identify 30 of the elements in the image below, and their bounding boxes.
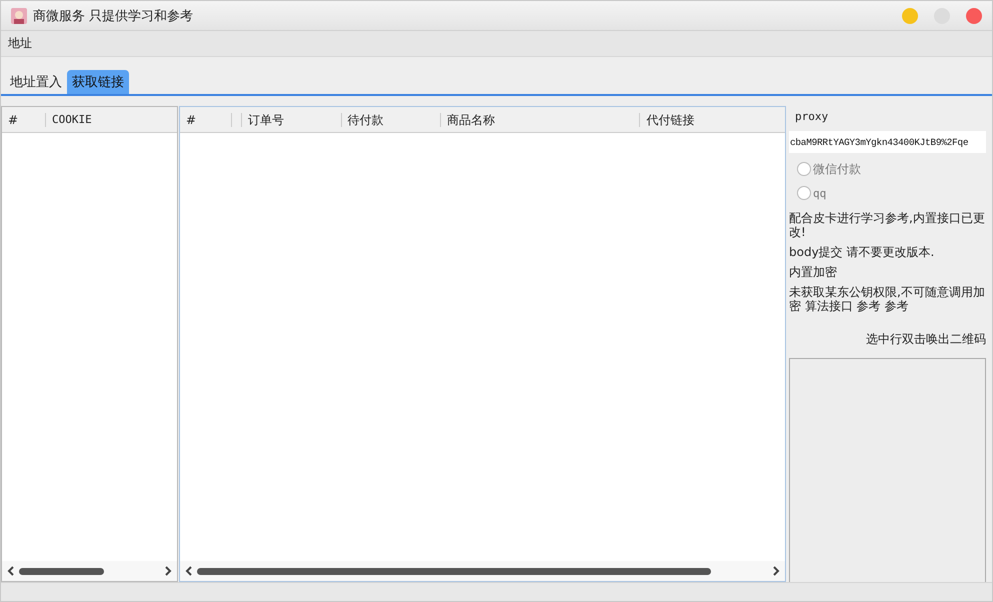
menu-item[interactable]: 地址 <box>8 35 32 52</box>
qr-hint: 选中行双击唤出二维码 <box>866 331 986 348</box>
proxy-field[interactable]: cbaM9RRtYAGY3mYgkn43400KJtB9%2Fqe <box>789 131 986 153</box>
note-text: 内置加密 <box>789 265 838 279</box>
scrollbar-thumb[interactable] <box>19 568 104 574</box>
radio-option[interactable]: 微信付款 <box>797 161 861 177</box>
scroll-right-icon[interactable] <box>164 566 172 576</box>
note-text: body提交 请不要更改版本. <box>789 245 936 259</box>
scroll-right-icon[interactable] <box>772 566 780 576</box>
column-header: 代付链接 <box>645 112 696 126</box>
column-header: # <box>2 112 46 126</box>
radio-button[interactable] <box>797 186 811 200</box>
column-header: 订单号 <box>242 112 342 126</box>
column-header: 商品名称 <box>441 112 640 126</box>
column-header: 待付款 <box>342 112 442 126</box>
app-icon <box>11 8 27 24</box>
proxy-label: proxy <box>795 110 830 125</box>
scroll-left-icon[interactable] <box>185 566 193 576</box>
scrollbar-thumb[interactable] <box>197 568 711 574</box>
window-title: 商微服务 只提供学习和参考 <box>33 8 194 24</box>
tab[interactable]: 获取链接 <box>67 70 129 94</box>
note-text: 未获取某东公钥权限,不可随意调用加密 算法接口 参考 参考 <box>789 285 986 313</box>
note-text: 配合皮卡进行学习参考,内置接口已更改! <box>789 211 986 239</box>
column-header: # <box>180 112 232 126</box>
radio-option[interactable]: qq <box>797 185 826 201</box>
radio-button[interactable] <box>797 162 811 176</box>
close-button[interactable] <box>966 8 982 24</box>
scroll-left-icon[interactable] <box>7 566 15 576</box>
tab[interactable]: 地址置入 <box>5 70 67 94</box>
column-header: COOKIE <box>51 112 92 126</box>
